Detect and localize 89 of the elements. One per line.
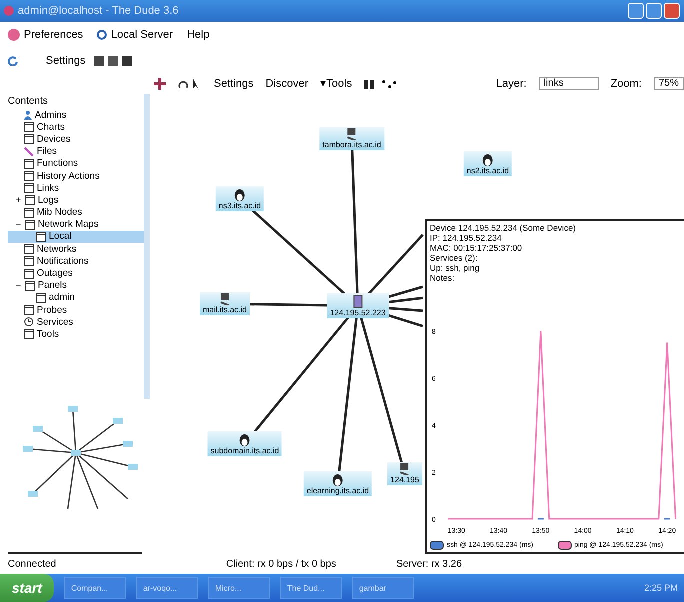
server-icon [353, 294, 363, 308]
close-button[interactable] [664, 3, 680, 19]
tree-item[interactable]: Local [8, 230, 144, 244]
layer-dropdown[interactable]: links [538, 77, 599, 90]
device-node[interactable]: subdomain.its.ac.id [208, 432, 282, 456]
tree-item[interactable]: Links [8, 182, 144, 194]
table-icon [24, 256, 34, 266]
device-node[interactable]: 124.195.52.223 [327, 294, 389, 318]
device-info-text: Notes: [430, 273, 456, 283]
table-icon [24, 122, 34, 132]
tree-item[interactable]: − Network Maps [8, 218, 144, 231]
tree-item[interactable]: Networks [8, 243, 144, 256]
clock: 2:25 PM [644, 583, 678, 593]
penguin-icon [332, 472, 344, 486]
zoom-label: Zoom: [610, 78, 642, 90]
computer-icon [220, 294, 230, 306]
client-traffic: Client: rx 0 bps / tx 0 bps [226, 558, 336, 570]
menu-item[interactable]: Help [187, 29, 210, 41]
toolbar-icons[interactable] [94, 55, 134, 67]
table-icon [24, 244, 34, 254]
table-icon [24, 208, 34, 218]
tree-item[interactable]: Tools [8, 328, 144, 341]
device-info-text: Up: ssh, ping [430, 263, 481, 273]
table-icon [25, 280, 35, 291]
menu-item[interactable]: Preferences [8, 29, 84, 41]
expander[interactable]: − [16, 220, 22, 230]
penguin-icon [482, 152, 494, 166]
settings-button[interactable]: Settings [46, 55, 86, 67]
clock-icon [24, 317, 34, 328]
table-icon [36, 292, 46, 303]
pen-icon [24, 146, 34, 157]
computer-icon [400, 464, 410, 476]
tree-item[interactable]: Outages [8, 267, 144, 280]
table-icon [24, 183, 34, 194]
window-title: admin@localhost - The Dude 3.6 [18, 5, 179, 17]
device-node[interactable]: elearning.its.ac.id [304, 472, 372, 496]
device-node[interactable]: ns2.its.ac.id [464, 152, 512, 176]
tree-item[interactable]: Devices [8, 133, 144, 146]
tree-item[interactable]: Probes [8, 304, 144, 316]
discover-button[interactable]: Discover [266, 78, 309, 90]
penguin-icon [234, 188, 246, 202]
device-info-text: IP: 124.195.52.234 [430, 233, 503, 243]
table-icon [24, 329, 34, 340]
tree-item[interactable]: Charts [8, 121, 144, 134]
tree-item[interactable]: − Panels [8, 280, 144, 292]
device-node[interactable]: tambora.its.ac.id [320, 128, 384, 150]
device-info-text: Device 124.195.52.234 (Some Device) [430, 223, 577, 233]
device-info-text: MAC: 00:15:17:25:37:00 [430, 243, 524, 253]
maximize-button[interactable] [646, 3, 662, 19]
device-node[interactable]: ns3.its.ac.id [216, 186, 264, 212]
tree-item[interactable]: Mib Nodes [8, 206, 144, 219]
circle-icon [97, 30, 108, 40]
server-traffic: Server: rx 3.26 [396, 558, 462, 570]
refresh-icon[interactable] [8, 56, 18, 66]
tree-item[interactable]: History Actions [8, 170, 144, 182]
table-icon [24, 305, 34, 316]
table-icon [24, 268, 34, 279]
user-icon [24, 110, 32, 120]
computer-icon [347, 128, 357, 140]
tools-button[interactable]: ▾Tools [320, 77, 352, 90]
penguin-icon [239, 432, 251, 446]
contents-heading: Contents [8, 96, 50, 107]
expander[interactable]: + [16, 195, 22, 206]
table-icon [24, 171, 34, 182]
menu-item[interactable]: Local Server [97, 29, 174, 41]
layer-label: Layer: [496, 78, 527, 90]
table-icon [24, 158, 34, 169]
move-icon[interactable] [154, 78, 166, 90]
tree-item[interactable]: admin [8, 292, 144, 304]
device-info-text: Services (2): [430, 253, 479, 263]
table-icon [25, 195, 35, 206]
app-icon [4, 6, 14, 16]
device-node[interactable]: mail.its.ac.id [200, 292, 250, 316]
logo-icon [8, 29, 20, 41]
table-icon [25, 220, 35, 230]
minimize-button[interactable] [628, 3, 644, 19]
tree-item[interactable]: Functions [8, 158, 144, 170]
device-node[interactable]: 124.195 [388, 462, 422, 486]
tree-item[interactable]: + Logs [8, 194, 144, 206]
zoom-dropdown[interactable]: 75% [654, 77, 684, 90]
tree-item[interactable]: Services [8, 316, 144, 328]
tree-item[interactable]: Notifications [8, 255, 144, 268]
tree-item[interactable]: Admins [8, 109, 144, 122]
settings-button[interactable]: Settings [214, 78, 254, 90]
tree-item[interactable]: Files [8, 146, 144, 158]
expander[interactable]: − [16, 280, 22, 291]
table-icon [24, 134, 34, 144]
table-icon [36, 232, 46, 242]
connection-status: Connected [8, 558, 56, 570]
